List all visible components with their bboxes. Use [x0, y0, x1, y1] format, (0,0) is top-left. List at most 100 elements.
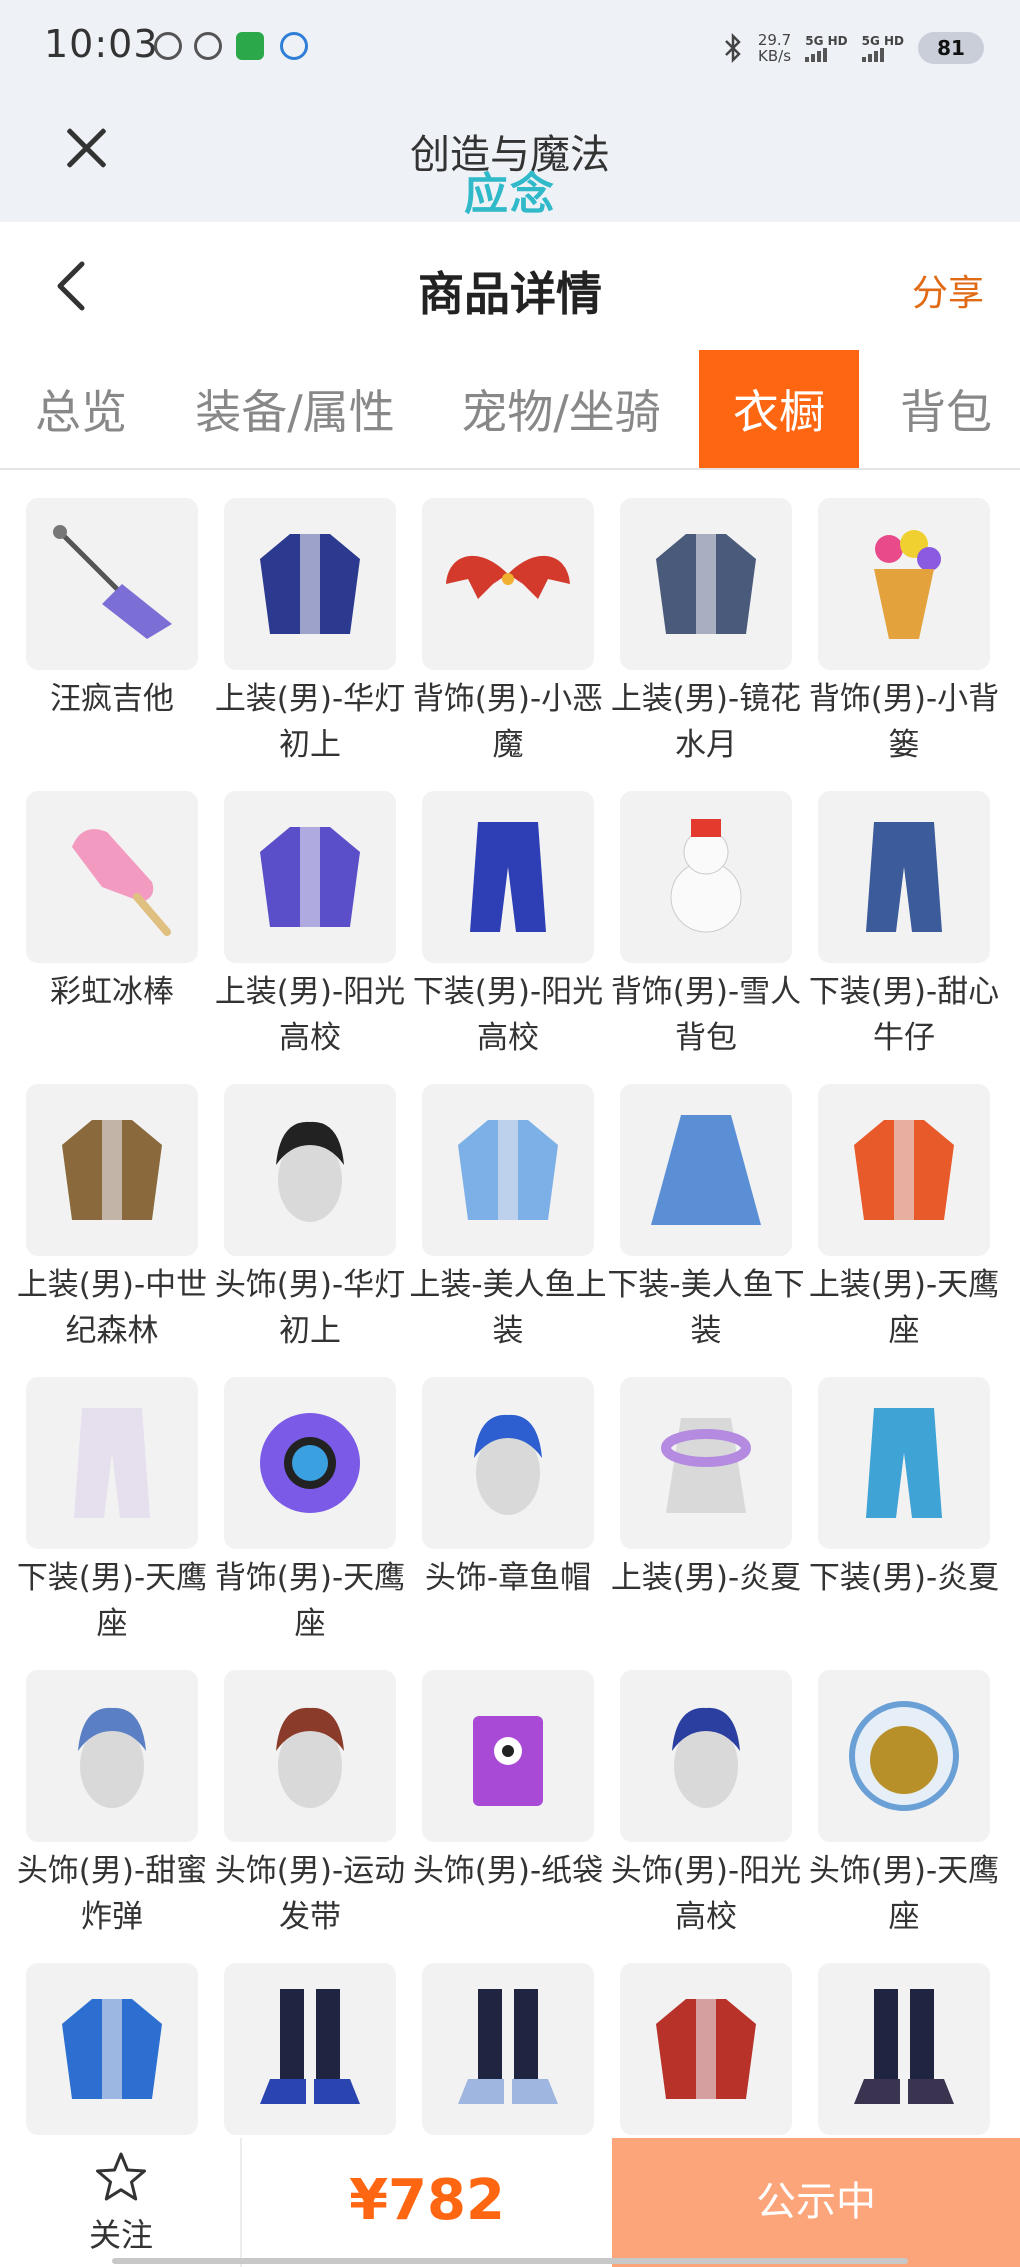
item-thumbnail: [620, 498, 792, 670]
tab-bar: 总览 装备/属性 宠物/坐骑 衣橱 背包: [0, 350, 1020, 470]
battery-indicator: 81: [918, 32, 984, 64]
item-label: 下装-美人鱼下装: [607, 1267, 805, 1349]
item-thumbnail: [422, 791, 594, 963]
orb-icon: [260, 1413, 360, 1513]
tab-backpack[interactable]: 背包: [884, 350, 1008, 468]
item-label: 头饰(男)-甜蜜炸弹: [16, 1853, 208, 1935]
item-label: 上装(男)-阳光高校: [214, 974, 406, 1056]
star-icon: [96, 2152, 146, 2201]
signal-2-bars-icon: [861, 48, 904, 62]
pants-icon: [470, 822, 546, 932]
item-thumbnail: [818, 1084, 990, 1256]
coat-icon: [260, 827, 360, 927]
item-thumbnail: [422, 498, 594, 670]
item-thumbnail: [620, 1963, 792, 2135]
skirt-icon: [651, 1115, 761, 1225]
item-thumbnail: [818, 1963, 990, 2135]
item-thumbnail: [818, 791, 990, 963]
item-label: 背饰(男)-小背篓: [808, 681, 1000, 763]
item-thumbnail: [620, 791, 792, 963]
item-label: 背饰(男)-雪人背包: [610, 974, 802, 1056]
follow-label: 关注: [88, 2216, 153, 2254]
item-thumbnail: [818, 1377, 990, 1549]
coat-icon: [656, 534, 756, 634]
tab-overview[interactable]: 总览: [14, 350, 148, 468]
coat-icon: [62, 1999, 162, 2099]
snowman-icon: [670, 819, 742, 933]
coat-icon: [62, 1120, 162, 1220]
item-label: 彩虹冰棒: [50, 974, 174, 1010]
item-label: 上装-美人鱼上装: [409, 1267, 607, 1349]
item-label: 头饰-章鱼帽: [424, 1560, 592, 1596]
item-label: 下装(男)-阳光高校: [412, 974, 604, 1056]
tab-pets-mounts[interactable]: 宠物/坐骑: [450, 350, 672, 468]
item-label: 下装(男)-天鹰座: [16, 1560, 208, 1642]
signal-2-label: 5G HD: [861, 34, 904, 48]
status-bar: 10:03 29.7 KB/s 5G HD 5G HD 81: [0, 0, 1020, 96]
item-label: 背饰(男)-小恶魔: [412, 681, 604, 763]
telecom-icon: [280, 32, 308, 60]
item-thumbnail: [422, 1670, 594, 1842]
torso-icon: [661, 1418, 751, 1513]
price: ¥782: [349, 2168, 505, 2233]
item-thumbnail: [620, 1084, 792, 1256]
head-icon: [474, 1414, 542, 1515]
item-thumbnail: [26, 1670, 198, 1842]
pants-icon: [866, 1408, 942, 1518]
tab-wardrobe[interactable]: 衣橱: [699, 350, 859, 468]
item-label: 头饰(男)-纸袋: [412, 1853, 604, 1889]
item-label: 下装(男)-甜心牛仔: [808, 974, 1000, 1056]
item-thumbnail: [224, 1377, 396, 1549]
item-label: 上装(男)-天鹰座: [808, 1267, 1000, 1349]
net-speed-unit: KB/s: [758, 47, 792, 65]
shoes-icon: [458, 1989, 558, 2104]
item-label: 上装(男)-华灯初上: [214, 681, 406, 763]
coat-icon: [656, 1999, 756, 2099]
home-indicator: [112, 2258, 908, 2264]
app-notification-icon: [236, 32, 264, 60]
item-thumbnail: [26, 1963, 198, 2135]
mini-program-header: 创造与魔法 应念: [0, 96, 1020, 222]
k-icon: [154, 32, 182, 60]
popsicle-icon: [72, 829, 171, 936]
item-thumbnail: [26, 498, 198, 670]
share-button[interactable]: 分享: [912, 264, 984, 316]
item-label: 汪疯吉他: [50, 681, 174, 717]
tab-equipment[interactable]: 装备/属性: [184, 350, 406, 468]
follow-button[interactable]: 关注: [0, 2138, 242, 2267]
item-label: 头饰(男)-天鹰座: [808, 1853, 1000, 1935]
item-thumbnail: [224, 791, 396, 963]
net-speed-value: 29.7: [757, 31, 792, 49]
coat-icon: [260, 534, 360, 634]
item-thumbnail: [26, 1084, 198, 1256]
head-icon: [672, 1707, 740, 1808]
item-label: 上装(男)-炎夏: [610, 1560, 802, 1596]
page-header: 商品详情 分享: [0, 222, 1020, 350]
bottom-bar: 关注 ¥782 公示中: [0, 2138, 1020, 2267]
status-time: 10:03: [44, 22, 159, 66]
item-thumbnail: [224, 498, 396, 670]
signal-1-bars-icon: [805, 48, 847, 62]
net-speed: 29.7 KB/s: [758, 32, 791, 64]
shoes-icon: [854, 1989, 954, 2104]
guitar-icon: [53, 525, 172, 639]
item-thumbnail: [26, 791, 198, 963]
item-thumbnail: [224, 1670, 396, 1842]
link-icon: [194, 32, 222, 60]
item-label: 背饰(男)-天鹰座: [214, 1560, 406, 1642]
pants-icon: [866, 822, 942, 932]
item-thumbnail: [422, 1377, 594, 1549]
top-area: 10:03 29.7 KB/s 5G HD 5G HD 81 创造与魔法 应念: [0, 0, 1020, 222]
item-label: 上装(男)-镜花水月: [610, 681, 802, 763]
item-label: 下装(男)-炎夏: [808, 1560, 1000, 1596]
item-label: 头饰(男)-运动发带: [214, 1853, 406, 1935]
page-title: 商品详情: [418, 267, 602, 321]
coat-icon: [458, 1120, 558, 1220]
item-thumbnail: [818, 498, 990, 670]
status-button[interactable]: 公示中: [612, 2138, 1020, 2267]
helmet-icon: [849, 1701, 959, 1811]
app-subtitle: 应念: [464, 169, 556, 220]
bag-icon: [473, 1716, 543, 1806]
item-thumbnail: [620, 1670, 792, 1842]
pants-icon: [74, 1408, 150, 1518]
